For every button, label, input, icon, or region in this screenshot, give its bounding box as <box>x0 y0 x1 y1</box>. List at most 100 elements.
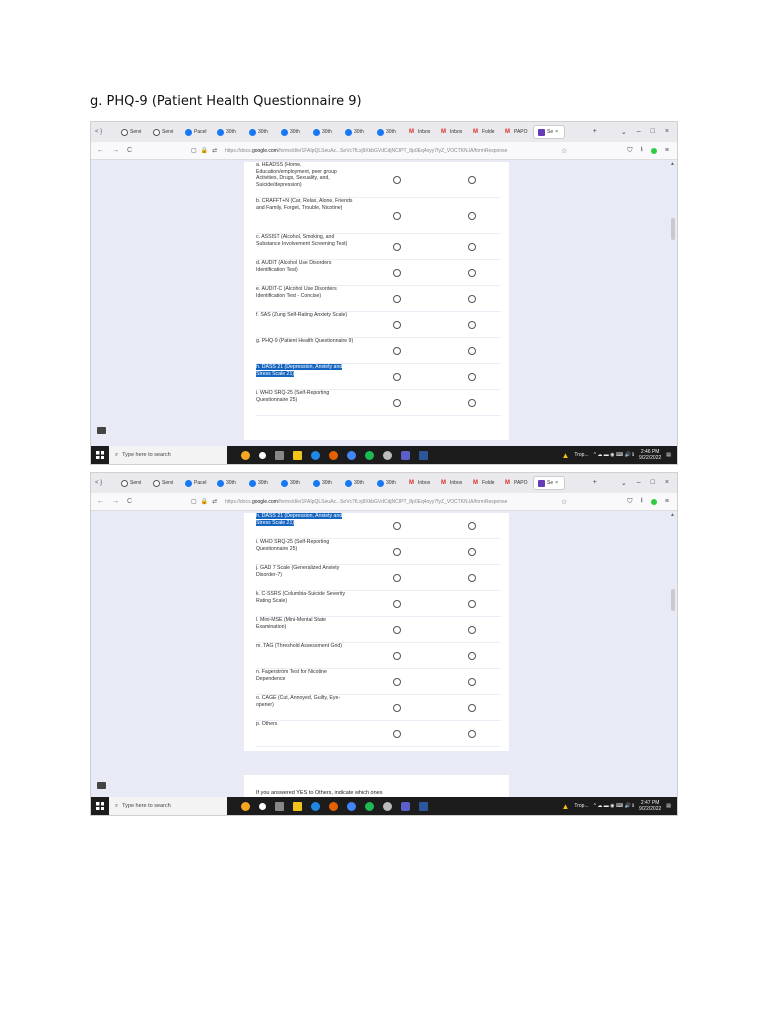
browser-tab[interactable]: 30th <box>309 476 341 490</box>
shield-icon[interactable]: ▢ <box>191 498 197 505</box>
tab-active[interactable]: Se × <box>533 476 565 490</box>
browser-tab[interactable]: M Inbox <box>405 125 437 139</box>
taskbar-search[interactable]: ⌕ Type here to search <box>109 446 227 464</box>
browser-tab[interactable]: Pacel <box>181 125 213 139</box>
radio-no[interactable] <box>468 399 476 407</box>
forward-button[interactable]: → <box>112 147 119 154</box>
radio-yes[interactable] <box>393 269 401 277</box>
radio-yes[interactable] <box>393 243 401 251</box>
radio-no[interactable] <box>468 347 476 355</box>
radio-yes[interactable] <box>393 212 401 220</box>
radio-no[interactable] <box>468 704 476 712</box>
browser-tab[interactable]: 30th <box>213 125 245 139</box>
file-explorer-icon[interactable] <box>293 450 302 460</box>
extension-icon[interactable] <box>650 147 657 154</box>
weather-widget-icon[interactable] <box>241 801 250 811</box>
firefox-icon[interactable] <box>329 801 338 811</box>
maximize-button[interactable]: □ <box>651 479 655 487</box>
browser-tab[interactable]: M Inbox <box>405 476 437 490</box>
spotify-icon[interactable] <box>365 450 374 460</box>
notifications-icon[interactable]: ▤ <box>666 803 671 809</box>
scrollbar-thumb[interactable] <box>671 218 675 240</box>
settings-icon[interactable] <box>383 801 392 811</box>
radio-no[interactable] <box>468 730 476 738</box>
tab-nav-icon[interactable]: < } <box>91 129 117 135</box>
browser-tab[interactable]: Servi <box>149 476 181 490</box>
radio-yes[interactable] <box>393 574 401 582</box>
tray-icons[interactable]: ^ ☁ ▬ ◉ ⌨ 🔊 ℹ <box>594 452 634 458</box>
radio-no[interactable] <box>468 295 476 303</box>
permissions-icon[interactable]: ⇄ <box>212 147 217 154</box>
radio-no[interactable] <box>468 243 476 251</box>
radio-no[interactable] <box>468 574 476 582</box>
tab-list-chevron-icon[interactable]: ⌄ <box>621 128 627 136</box>
weather-text[interactable]: Trop... <box>574 803 588 809</box>
browser-tab[interactable]: 30th <box>373 125 405 139</box>
teams-icon[interactable] <box>401 801 410 811</box>
radio-yes[interactable] <box>393 347 401 355</box>
notifications-icon[interactable]: ▤ <box>666 452 671 458</box>
browser-tab[interactable]: 30th <box>309 125 341 139</box>
browser-tab[interactable]: 30th <box>277 476 309 490</box>
scroll-up-icon[interactable]: ▲ <box>670 512 675 518</box>
browser-tab[interactable]: 30th <box>373 476 405 490</box>
menu-icon[interactable]: ≡ <box>665 147 669 154</box>
close-icon[interactable]: × <box>555 129 558 135</box>
radio-no[interactable] <box>468 373 476 381</box>
settings-icon[interactable] <box>383 450 392 460</box>
browser-tab[interactable]: Servi <box>149 125 181 139</box>
radio-yes[interactable] <box>393 321 401 329</box>
minimize-button[interactable]: – <box>637 128 641 136</box>
radio-no[interactable] <box>468 548 476 556</box>
new-tab-button[interactable]: + <box>593 128 597 136</box>
pocket-icon[interactable]: ⛉ <box>627 498 632 506</box>
radio-yes[interactable] <box>393 399 401 407</box>
edge-icon[interactable] <box>311 450 320 460</box>
start-button[interactable] <box>91 797 109 815</box>
browser-tab[interactable]: Servi <box>117 476 149 490</box>
url-field[interactable]: https://docs.google.com/forms/d/e/1FAIpQ… <box>225 499 555 505</box>
url-field[interactable]: https://docs.google.com/forms/d/e/1FAIpQ… <box>225 148 555 154</box>
browser-tab[interactable]: M Inbox <box>437 125 469 139</box>
browser-tab[interactable]: 30th <box>341 476 373 490</box>
radio-yes[interactable] <box>393 678 401 686</box>
radio-yes[interactable] <box>393 295 401 303</box>
start-button[interactable] <box>91 446 109 464</box>
taskbar-search[interactable]: ⌕ Type here to search <box>109 797 227 815</box>
new-tab-button[interactable]: + <box>593 479 597 487</box>
close-window-button[interactable]: × <box>665 479 669 487</box>
lock-icon[interactable]: 🔒 <box>201 147 208 154</box>
tab-active[interactable]: Se × <box>533 125 565 139</box>
browser-tab[interactable]: 30th <box>245 125 277 139</box>
firefox-icon[interactable] <box>329 450 338 460</box>
cortana-icon[interactable] <box>259 802 266 810</box>
close-window-button[interactable]: × <box>665 128 669 136</box>
browser-tab[interactable]: Servi <box>117 125 149 139</box>
task-view-icon[interactable] <box>275 801 284 811</box>
radio-no[interactable] <box>468 652 476 660</box>
word-icon[interactable] <box>419 450 428 460</box>
download-icon[interactable]: ⭳ <box>640 496 642 507</box>
file-explorer-icon[interactable] <box>293 801 302 811</box>
scrollbar-thumb[interactable] <box>671 589 675 611</box>
clock[interactable]: 2:46 PM 9/22/2022 <box>639 449 661 461</box>
browser-tab[interactable]: M Inbox <box>437 476 469 490</box>
feedback-icon[interactable] <box>97 782 106 789</box>
tab-nav-icon[interactable]: < } <box>91 480 117 486</box>
extension-icon[interactable] <box>650 498 657 505</box>
browser-tab[interactable]: 30th <box>277 125 309 139</box>
radio-yes[interactable] <box>393 548 401 556</box>
radio-yes[interactable] <box>393 652 401 660</box>
radio-yes[interactable] <box>393 704 401 712</box>
radio-yes[interactable] <box>393 626 401 634</box>
tab-list-chevron-icon[interactable]: ⌄ <box>621 479 627 487</box>
browser-tab[interactable]: M Folde <box>469 476 501 490</box>
clock[interactable]: 2:47 PM 9/22/2022 <box>639 800 661 812</box>
maximize-button[interactable]: □ <box>651 128 655 136</box>
cortana-icon[interactable] <box>259 451 266 459</box>
task-view-icon[interactable] <box>275 450 284 460</box>
radio-no[interactable] <box>468 678 476 686</box>
close-icon[interactable]: × <box>555 480 558 486</box>
radio-no[interactable] <box>468 269 476 277</box>
radio-yes[interactable] <box>393 522 401 530</box>
